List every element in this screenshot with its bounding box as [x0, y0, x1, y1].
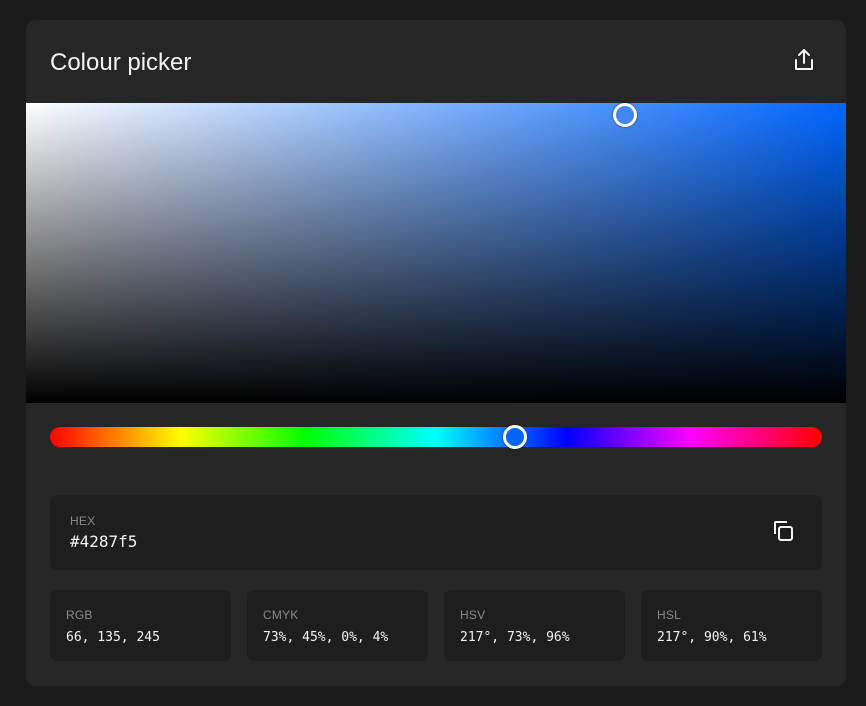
hsl-value[interactable]: 217°, 90%, 61%: [657, 630, 767, 645]
hsv-value[interactable]: 217°, 73%, 96%: [460, 630, 570, 645]
hue-slider[interactable]: [50, 425, 822, 449]
page-title: Colour picker: [50, 49, 192, 76]
cmyk-value[interactable]: 73%, 45%, 0%, 4%: [263, 630, 388, 645]
cmyk-label: CMYK: [263, 608, 299, 622]
hex-value[interactable]: #4287f5: [70, 532, 137, 551]
cmyk-field: CMYK 73%, 45%, 0%, 4%: [247, 590, 428, 661]
rgb-value[interactable]: 66, 135, 245: [66, 630, 160, 645]
hsl-label: HSL: [657, 608, 681, 622]
copy-icon: [774, 521, 793, 541]
hsl-field: HSL 217°, 90%, 61%: [641, 590, 822, 661]
hex-field: HEX #4287f5: [50, 495, 822, 570]
share-icon: [795, 49, 813, 70]
hex-label: HEX: [70, 514, 96, 528]
hsv-field: HSV 217°, 73%, 96%: [444, 590, 625, 661]
saturation-value-area[interactable]: [26, 103, 846, 403]
hsv-label: HSV: [460, 608, 486, 622]
rgb-label: RGB: [66, 608, 93, 622]
rgb-field: RGB 66, 135, 245: [50, 590, 231, 661]
share-button[interactable]: [790, 46, 818, 74]
copy-button[interactable]: [770, 518, 796, 544]
saturation-value-handle[interactable]: [612, 103, 637, 127]
colour-picker-card: Colour picker HEX #4287f5 RGB 66, 135, 2…: [26, 20, 846, 686]
hue-slider-handle[interactable]: [503, 425, 528, 449]
